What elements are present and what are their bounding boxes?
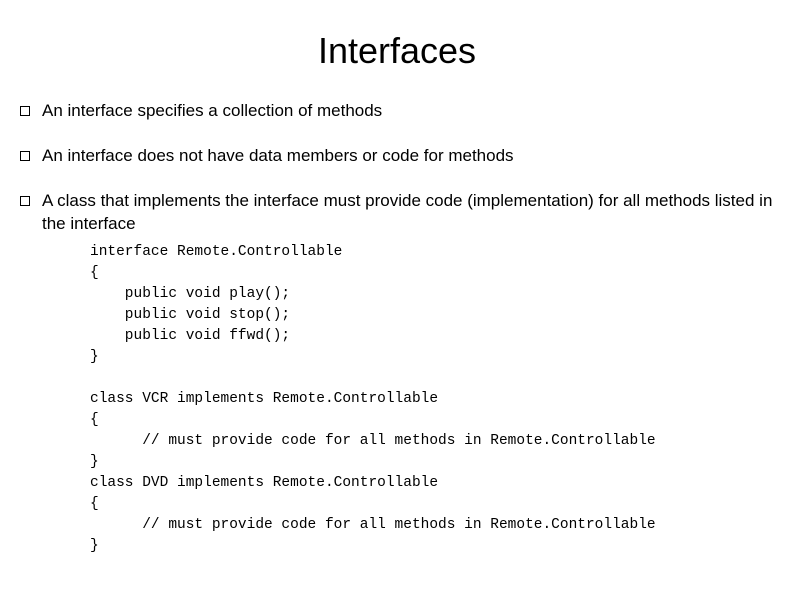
slide-content: Interfaces An interface specifies a coll… xyxy=(0,0,794,557)
bullet-item: An interface does not have data members … xyxy=(20,145,774,168)
bullet-item: A class that implements the interface mu… xyxy=(20,190,774,236)
page-title: Interfaces xyxy=(20,30,774,72)
code-block: interface Remote.Controllable { public v… xyxy=(90,242,774,557)
square-bullet-icon xyxy=(20,196,30,206)
square-bullet-icon xyxy=(20,151,30,161)
bullet-text: A class that implements the interface mu… xyxy=(42,190,774,236)
bullet-item: An interface specifies a collection of m… xyxy=(20,100,774,123)
bullet-text: An interface does not have data members … xyxy=(42,145,514,168)
bullet-text: An interface specifies a collection of m… xyxy=(42,100,382,123)
square-bullet-icon xyxy=(20,106,30,116)
